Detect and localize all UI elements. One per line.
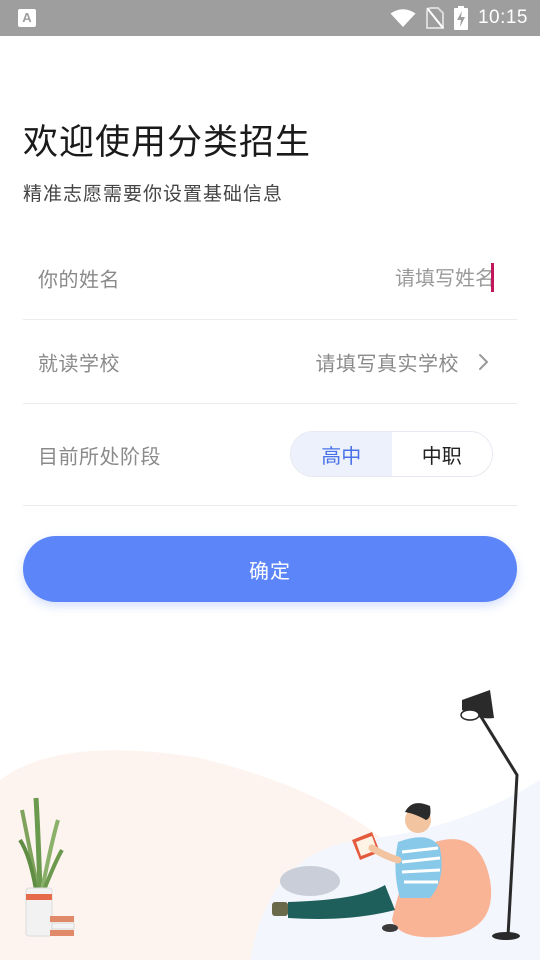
- books-icon: [50, 916, 75, 936]
- reading-person-illustration: [0, 690, 540, 960]
- stage-row: 目前所处阶段 高中 中职: [23, 404, 517, 506]
- wifi-icon: [390, 9, 416, 27]
- name-label: 你的姓名: [38, 267, 120, 291]
- battery-charging-icon: [453, 6, 468, 30]
- school-row[interactable]: 就读学校 请填写真实学校: [23, 320, 517, 404]
- text-cursor: [491, 263, 494, 292]
- stage-segmented-control: 高中 中职: [290, 431, 493, 477]
- stage-label: 目前所处阶段: [38, 444, 161, 468]
- app-notification-icon: A: [18, 9, 36, 27]
- stage-option-vocational[interactable]: 中职: [391, 432, 492, 476]
- name-row: 你的姓名: [23, 236, 517, 320]
- app-notification-letter: A: [22, 10, 32, 25]
- confirm-button[interactable]: 确定: [23, 536, 517, 602]
- status-time: 10:15: [477, 7, 528, 28]
- stage-option-high-school[interactable]: 高中: [291, 432, 392, 476]
- page-subtitle: 精准志愿需要你设置基础信息: [23, 183, 284, 205]
- school-value[interactable]: 请填写真实学校: [316, 347, 460, 376]
- name-input[interactable]: [235, 260, 495, 295]
- page-title: 欢迎使用分类招生: [23, 123, 312, 163]
- chevron-right-icon: [479, 353, 488, 370]
- pillow: [280, 866, 340, 896]
- status-icons: 10:15: [390, 0, 528, 36]
- school-label: 就读学校: [38, 351, 120, 375]
- status-bar: A 10:15: [0, 0, 540, 36]
- no-sim-icon: [425, 7, 444, 29]
